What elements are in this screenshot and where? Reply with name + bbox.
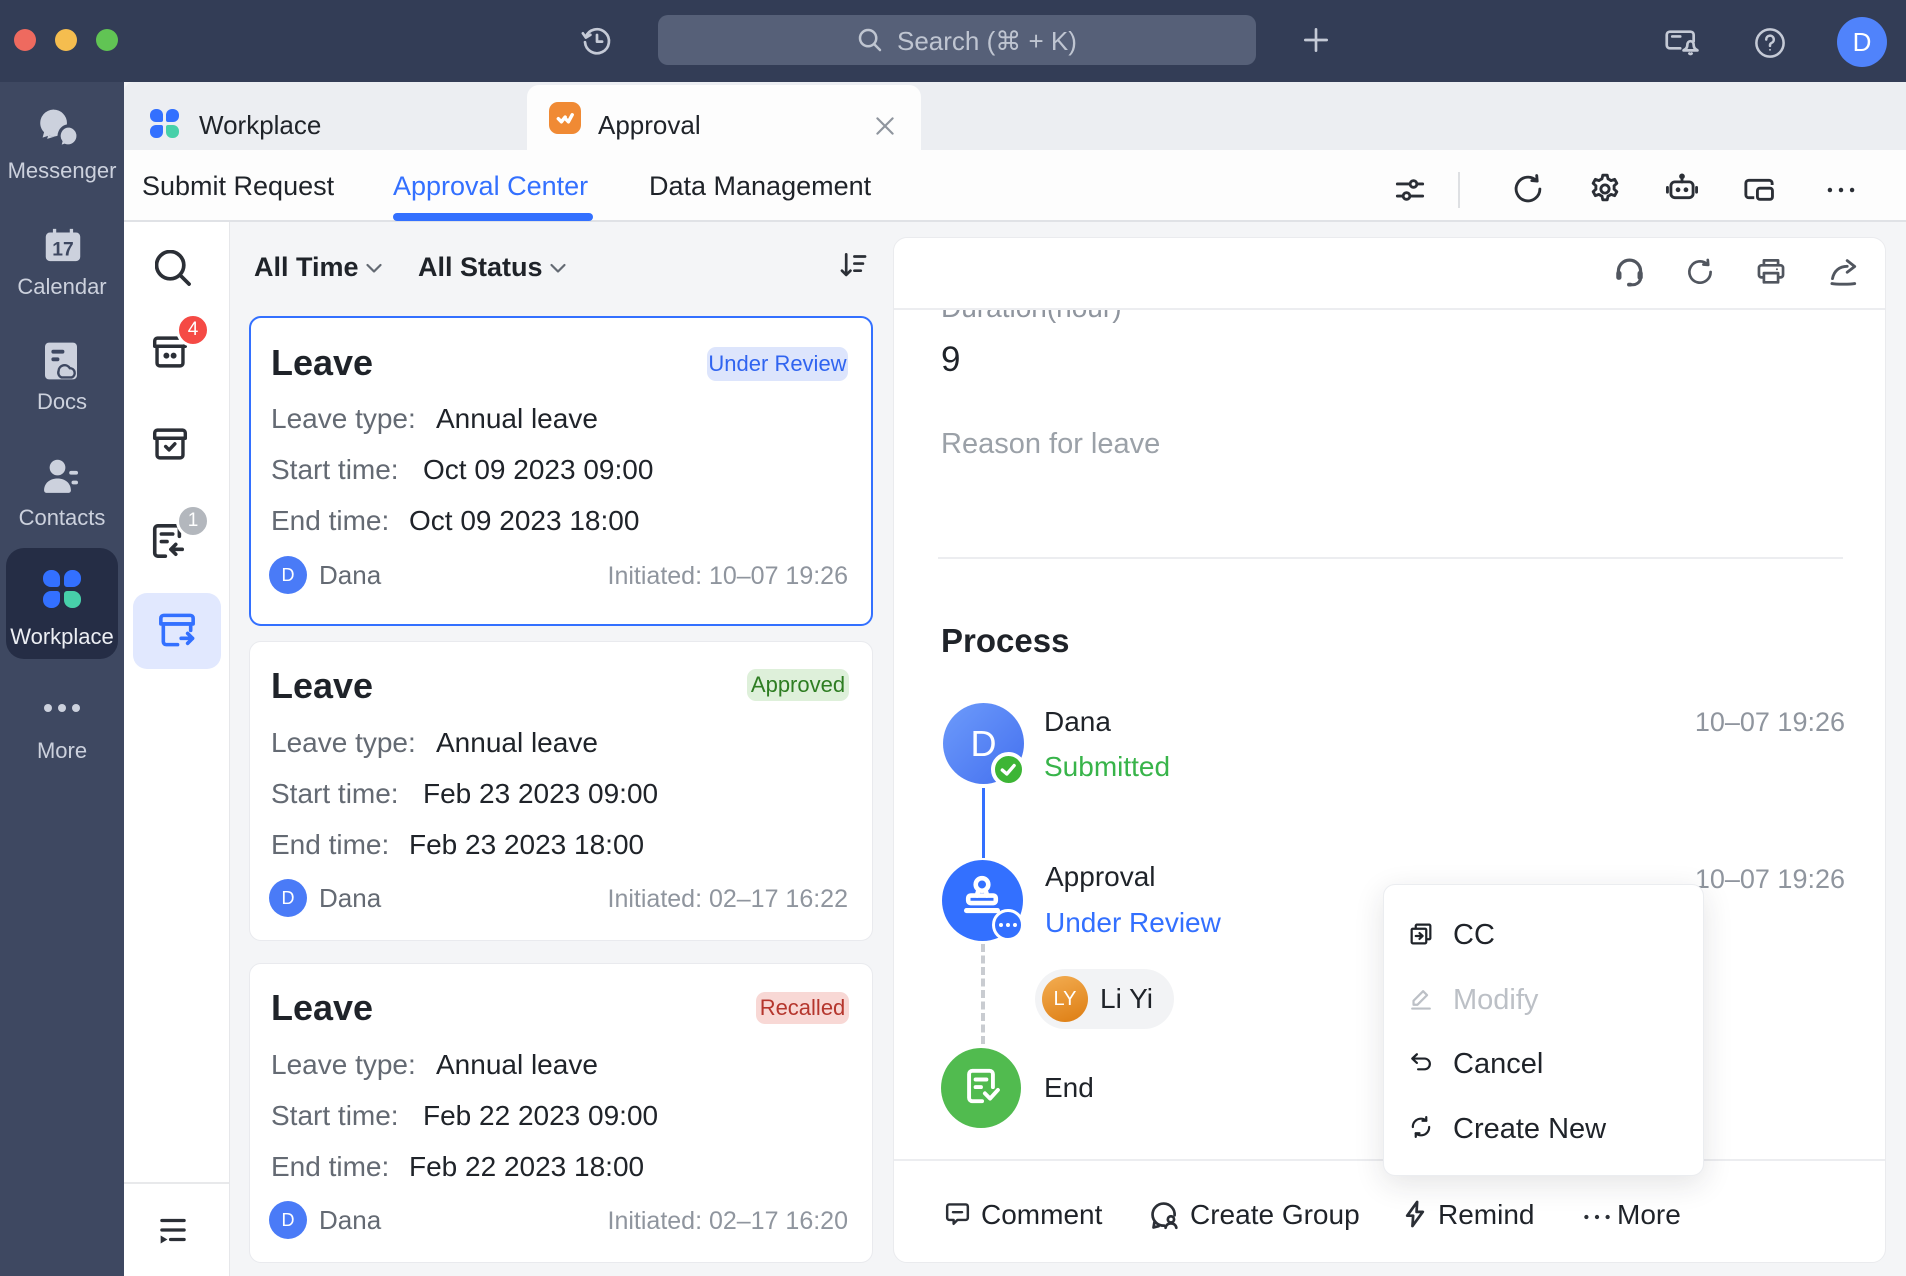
svg-text:17: 17 [52,240,73,261]
